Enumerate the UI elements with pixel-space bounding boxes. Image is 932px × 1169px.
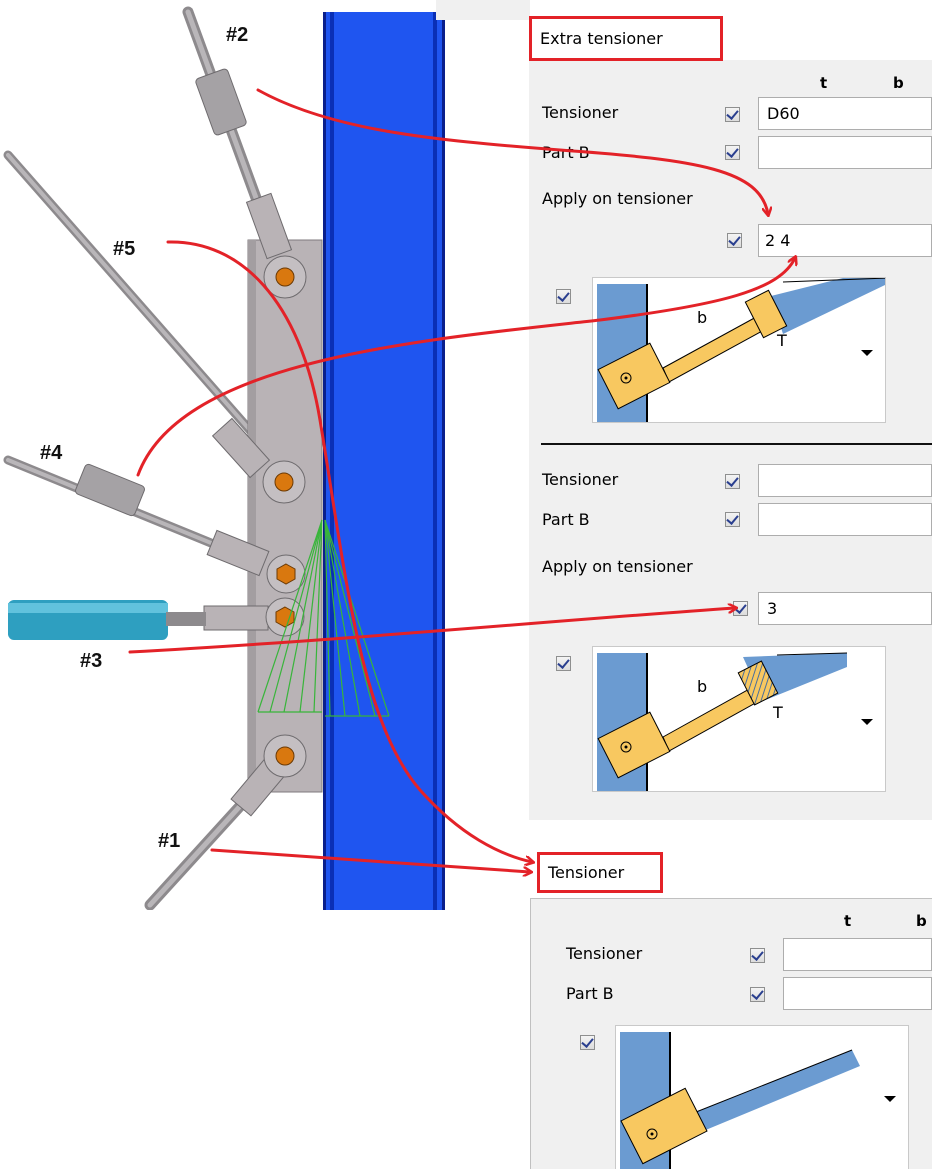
tab-extra-tensioner[interactable]: Extra tensioner	[529, 16, 723, 61]
extra2-tensioner-checkbox[interactable]	[725, 474, 740, 489]
chevron-down-icon	[861, 719, 873, 725]
extra2-picture-label-t: T	[773, 703, 783, 722]
label-rod-1: #1	[158, 830, 181, 852]
tensioner-partb-label: Part B	[566, 984, 614, 1003]
label-rod-4: #4	[40, 442, 63, 464]
extra2-picture-label-b: b	[697, 677, 708, 696]
chevron-down-icon	[884, 1096, 896, 1102]
extra2-tensioner-input[interactable]	[758, 464, 932, 497]
extra1-picture-select[interactable]: b T	[592, 277, 886, 423]
extra1-connection-picture	[597, 278, 885, 422]
extra2-apply-input[interactable]: 3	[758, 592, 932, 625]
tensioner-tensioner-label: Tensioner	[566, 944, 643, 963]
extra-separator	[541, 443, 932, 445]
label-rod-5: #5	[113, 238, 136, 260]
extra2-tensioner-label: Tensioner	[542, 470, 619, 489]
extra2-connection-picture	[597, 652, 848, 791]
tensioner-sleeve-4	[75, 463, 145, 517]
extra2-partb-checkbox[interactable]	[725, 512, 740, 527]
chevron-down-icon	[861, 350, 873, 356]
extra1-picture-label-b: b	[697, 308, 708, 327]
model-view: #2 #5 #4 #3 #1	[0, 0, 490, 911]
extra-col-b-header: b	[893, 74, 904, 92]
model-drawing	[3, 6, 445, 911]
tensioner-partb-input[interactable]	[783, 977, 932, 1010]
extra-col-t-header: t	[820, 74, 828, 92]
label-rod-3: #3	[80, 650, 103, 672]
tensioner-sleeve-2	[195, 68, 247, 136]
extra1-tensioner-label: Tensioner	[542, 103, 619, 122]
tensioner-col-t-header: t	[844, 912, 852, 930]
label-rod-2: #2	[226, 24, 249, 46]
extra2-partb-label: Part B	[542, 510, 590, 529]
extra1-partb-input[interactable]	[758, 136, 932, 169]
tensioner-partb-checkbox[interactable]	[750, 987, 765, 1002]
tensioner-connection-picture	[620, 1032, 860, 1169]
tensioner-col-b-header: b	[916, 912, 927, 930]
extra1-apply-input[interactable]: 2 4	[758, 224, 932, 257]
extra1-apply-label: Apply on tensioner	[542, 189, 693, 208]
extra1-tensioner-checkbox[interactable]	[725, 107, 740, 122]
tensioner-tensioner-checkbox[interactable]	[750, 948, 765, 963]
extra2-picture-checkbox[interactable]	[556, 656, 571, 671]
tensioner-picture-checkbox[interactable]	[580, 1035, 595, 1050]
extra1-picture-checkbox[interactable]	[556, 289, 571, 304]
tensioner-picture-select[interactable]	[615, 1025, 909, 1169]
extra2-picture-select[interactable]: b T	[592, 646, 886, 792]
extra2-partb-input[interactable]	[758, 503, 932, 536]
extra1-apply-checkbox[interactable]	[727, 233, 742, 248]
extra1-tensioner-input[interactable]: D60	[758, 97, 932, 130]
extra1-partb-label: Part B	[542, 143, 590, 162]
tensioner-tensioner-input[interactable]	[783, 938, 932, 971]
extra1-partb-checkbox[interactable]	[725, 145, 740, 160]
extra1-picture-label-t: T	[777, 331, 787, 350]
tab-tensioner[interactable]: Tensioner	[537, 852, 663, 893]
column	[323, 12, 445, 910]
extra2-apply-checkbox[interactable]	[733, 601, 748, 616]
extra2-apply-label: Apply on tensioner	[542, 557, 693, 576]
